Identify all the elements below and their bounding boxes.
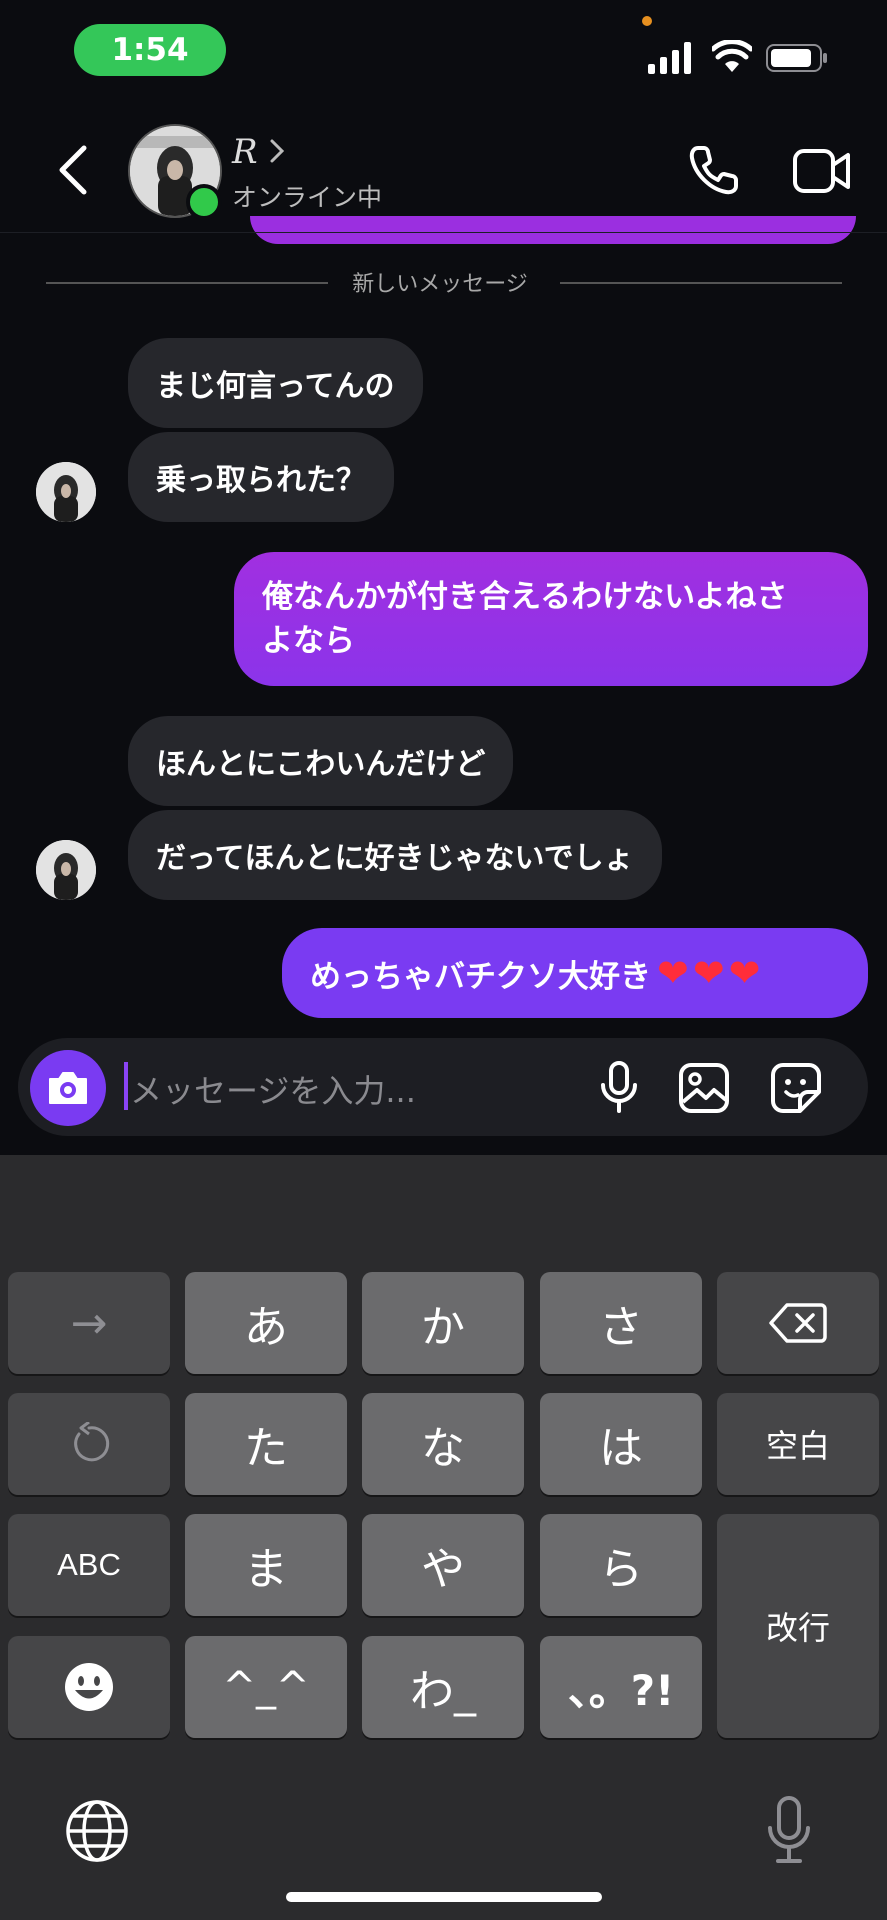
- key-a[interactable]: あ: [185, 1272, 347, 1374]
- incoming-message-bubble[interactable]: まじ何言ってんの: [128, 338, 423, 428]
- key-emoji[interactable]: [8, 1636, 170, 1738]
- delete-backspace-icon: [769, 1303, 827, 1343]
- battery-icon: [766, 44, 827, 72]
- key-ha[interactable]: は: [540, 1393, 702, 1495]
- key-delete[interactable]: [717, 1272, 879, 1374]
- contact-name[interactable]: R: [232, 132, 258, 172]
- dictation-button[interactable]: [762, 1794, 816, 1866]
- incoming-message-bubble[interactable]: 乗っ取られた？: [128, 432, 394, 522]
- new-messages-divider-label: 新しいメッセージ: [352, 272, 528, 297]
- key-ra[interactable]: ら: [540, 1514, 702, 1616]
- home-indicator[interactable]: [286, 1892, 602, 1902]
- camera-button[interactable]: [30, 1050, 106, 1126]
- back-chevron-icon[interactable]: [52, 140, 92, 200]
- undo-icon: [74, 1422, 110, 1462]
- chevron-right-icon[interactable]: [268, 136, 286, 166]
- key-arrow-right[interactable]: →: [8, 1272, 170, 1374]
- voice-message-button[interactable]: [594, 1060, 644, 1114]
- previous-message-bubble-edge: [250, 216, 856, 244]
- video-call-icon[interactable]: [792, 146, 852, 196]
- avatar-photo-icon: [36, 840, 96, 900]
- heart-emojis: ❤❤❤: [657, 951, 765, 995]
- online-status: オンライン中: [232, 183, 383, 212]
- message-line: 俺なんかが付き合えるわけないよねさ: [262, 579, 788, 615]
- avatar-photo-icon: [36, 462, 96, 522]
- image-icon: [679, 1063, 729, 1113]
- online-indicator: [186, 184, 222, 220]
- microphone-icon: [601, 1061, 637, 1113]
- emoji-face-icon: [65, 1663, 113, 1711]
- key-punctuation[interactable]: 、。?!: [540, 1636, 702, 1738]
- cellular-signal-icon: [648, 42, 691, 74]
- sticker-icon: [771, 1063, 821, 1113]
- key-wa[interactable]: わ_: [362, 1636, 524, 1738]
- wifi-icon: [712, 40, 752, 72]
- outgoing-message-text: めっちゃバチクソ大好き: [310, 958, 651, 995]
- header-divider: [0, 232, 887, 233]
- key-na[interactable]: な: [362, 1393, 524, 1495]
- key-ya[interactable]: や: [362, 1514, 524, 1616]
- globe-button[interactable]: [62, 1796, 132, 1866]
- gallery-button[interactable]: [676, 1060, 732, 1116]
- sticker-button[interactable]: [768, 1060, 824, 1116]
- key-sa[interactable]: さ: [540, 1272, 702, 1374]
- globe-icon: [66, 1800, 128, 1862]
- phone-call-icon[interactable]: [686, 142, 742, 198]
- sender-avatar[interactable]: [36, 462, 96, 522]
- outgoing-message-text: 俺なんかが付き合えるわけないよねさ よなら: [262, 575, 787, 663]
- text-cursor: [124, 1062, 128, 1110]
- incoming-message-bubble[interactable]: ほんとにこわいんだけど: [128, 716, 514, 806]
- key-undo[interactable]: [8, 1393, 170, 1495]
- camera-icon: [49, 1072, 87, 1104]
- microphone-icon: [768, 1796, 810, 1863]
- key-ma[interactable]: ま: [185, 1514, 347, 1616]
- divider-line-right: [560, 282, 842, 284]
- outgoing-message-bubble[interactable]: めっちゃバチクソ大好き ❤❤❤: [282, 928, 868, 1018]
- message-line: よなら: [262, 623, 355, 659]
- key-kaomoji[interactable]: ^_^: [185, 1636, 347, 1738]
- divider-line-left: [46, 282, 328, 284]
- sender-avatar[interactable]: [36, 840, 96, 900]
- outgoing-message-bubble[interactable]: 俺なんかが付き合えるわけないよねさ よなら: [234, 552, 868, 686]
- key-space[interactable]: 空白: [717, 1393, 879, 1495]
- key-ta[interactable]: た: [185, 1393, 347, 1495]
- privacy-indicator-dot: [642, 16, 652, 26]
- key-ka[interactable]: か: [362, 1272, 524, 1374]
- status-time: 1:54: [74, 24, 226, 76]
- key-abc[interactable]: ABC: [8, 1514, 170, 1616]
- incoming-message-bubble[interactable]: だってほんとに好きじゃないでしょ: [128, 810, 662, 900]
- key-enter[interactable]: 改行: [717, 1514, 879, 1738]
- message-input[interactable]: メッセージを入力...: [130, 1066, 416, 1112]
